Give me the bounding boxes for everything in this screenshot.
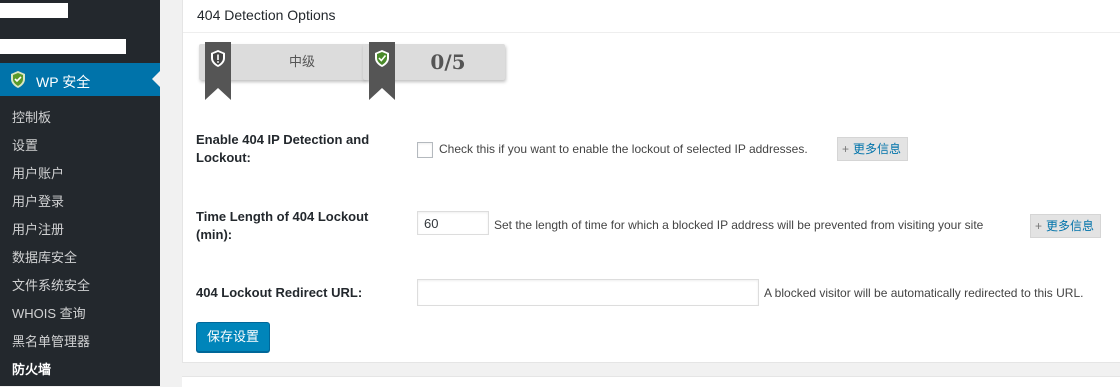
more-info-label: 更多信息 bbox=[853, 142, 902, 156]
submenu-item-dashboard[interactable]: 控制板 bbox=[0, 104, 160, 132]
redirect-url-description: A blocked visitor will be automatically … bbox=[764, 286, 1084, 300]
lockout-time-label: Time Length of 404 Lockout (min): bbox=[196, 209, 369, 242]
lockout-time-description: Set the length of time for which a block… bbox=[494, 218, 984, 232]
redirect-url-input[interactable] bbox=[417, 279, 759, 306]
more-info-button[interactable]: + 更多信息 bbox=[837, 137, 909, 161]
next-panel-edge bbox=[182, 376, 1120, 387]
more-info-label: 更多信息 bbox=[1046, 219, 1095, 233]
submenu-item-whois[interactable]: WHOIS 查询 bbox=[0, 300, 160, 328]
security-level-badge: 中级 bbox=[199, 42, 365, 100]
submenu-item-user-registration[interactable]: 用户注册 bbox=[0, 216, 160, 244]
ribbon-icon bbox=[369, 42, 395, 100]
security-level-text: 中级 bbox=[288, 54, 315, 69]
detection-options-panel: 404 Detection Options 中级 0/5 Enable 404 … bbox=[182, 0, 1120, 363]
submenu: 控制板 设置 用户账户 用户登录 用户注册 数据库安全 文件系统安全 WHOIS… bbox=[0, 104, 160, 384]
submenu-item-user-accounts[interactable]: 用户账户 bbox=[0, 160, 160, 188]
enable-lockout-label: Enable 404 IP Detection and Lockout: bbox=[196, 132, 370, 165]
save-settings-button[interactable]: 保存设置 bbox=[196, 322, 271, 352]
submenu-item-blacklist[interactable]: 黑名单管理器 bbox=[0, 328, 160, 356]
menu-wp-security-label: WP 安全 bbox=[36, 74, 91, 90]
panel-title: 404 Detection Options bbox=[197, 7, 336, 23]
lockout-time-input[interactable] bbox=[417, 211, 489, 235]
submenu-item-user-login[interactable]: 用户登录 bbox=[0, 188, 160, 216]
plus-icon: + bbox=[1035, 219, 1043, 233]
redirect-url-label: 404 Lockout Redirect URL: bbox=[196, 285, 363, 300]
enable-lockout-checkbox[interactable] bbox=[417, 142, 433, 158]
enable-lockout-description: Check this if you want to enable the loc… bbox=[439, 142, 808, 156]
plus-icon: + bbox=[842, 142, 850, 156]
active-menu-arrow bbox=[152, 71, 160, 87]
more-info-button[interactable]: + 更多信息 bbox=[1030, 214, 1102, 238]
menu-wp-security[interactable]: WP 安全 bbox=[0, 63, 160, 96]
shield-icon bbox=[11, 71, 25, 88]
submenu-item-settings[interactable]: 设置 bbox=[0, 132, 160, 160]
security-score-badge: 0/5 bbox=[363, 42, 505, 100]
submenu-item-filesystem-security[interactable]: 文件系统安全 bbox=[0, 272, 160, 300]
redacted-menu-item bbox=[0, 39, 126, 54]
submenu-item-firewall[interactable]: 防火墙 bbox=[0, 356, 160, 384]
redacted-menu-item bbox=[0, 3, 68, 18]
submenu-item-database-security[interactable]: 数据库安全 bbox=[0, 244, 160, 272]
ribbon-icon bbox=[205, 42, 231, 100]
security-score-text: 0/5 bbox=[430, 50, 466, 74]
divider bbox=[183, 32, 1120, 33]
admin-sidebar: WP 安全 控制板 设置 用户账户 用户登录 用户注册 数据库安全 文件系统安全… bbox=[0, 0, 160, 386]
